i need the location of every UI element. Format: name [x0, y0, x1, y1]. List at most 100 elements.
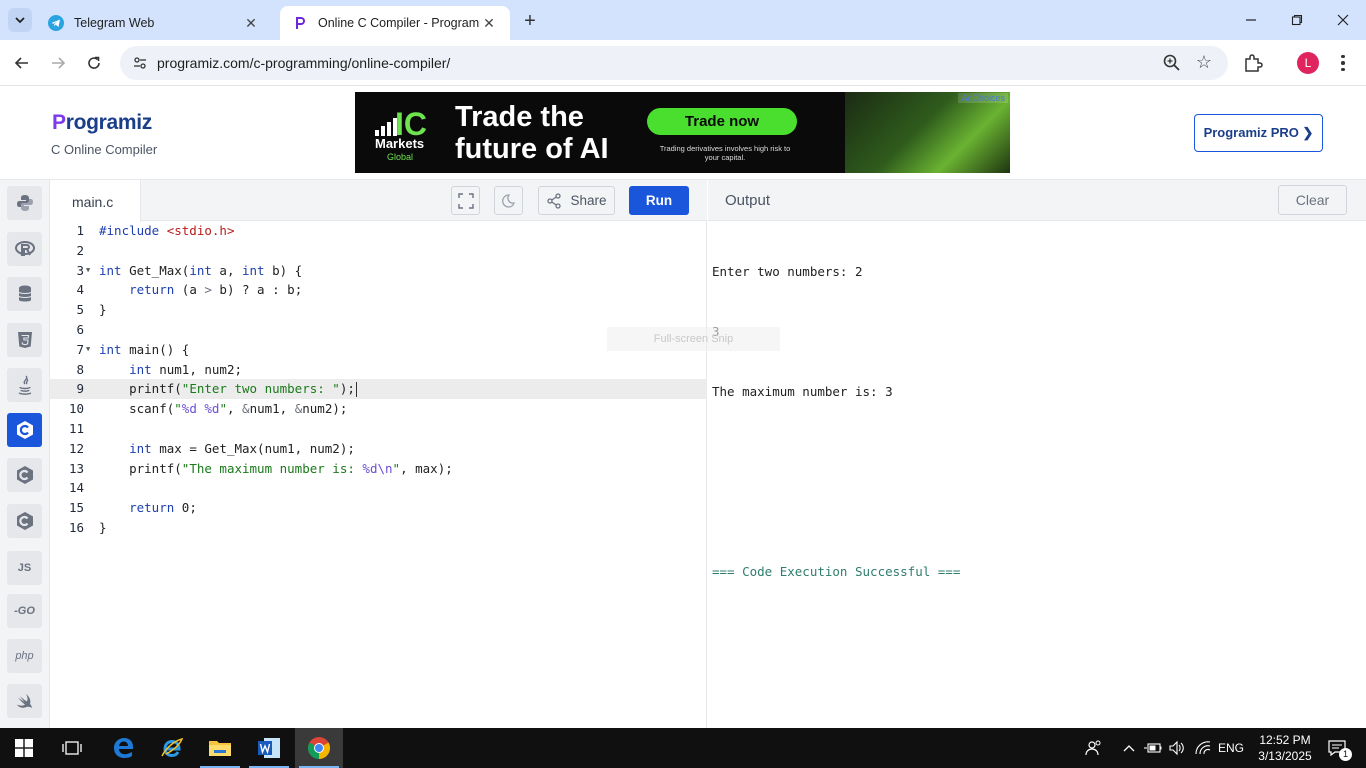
brand-markets: Markets [375, 136, 425, 151]
line-number: 1 [76, 223, 84, 238]
html5-icon[interactable] [7, 323, 42, 357]
code-token: %d %d [181, 401, 220, 417]
taskbar-chrome[interactable] [295, 728, 343, 768]
code-token: " [392, 460, 401, 476]
taskbar-clock[interactable]: 12:52 PM 3/13/2025 [1250, 732, 1320, 764]
chevron-up-icon [1123, 745, 1135, 752]
code-area[interactable]: 1 #include <stdio.h> 2 3 ▼ int Get_Max(int … [50, 221, 707, 538]
csharp-icon[interactable] [7, 504, 42, 538]
programiz-logo[interactable]: Programiz [52, 111, 152, 135]
minimize-button[interactable] [1228, 0, 1274, 40]
python-icon[interactable] [7, 186, 42, 220]
code-token: (a [174, 282, 205, 298]
battery-icon[interactable] [1143, 728, 1163, 768]
start-button[interactable] [0, 728, 48, 768]
code-token: 0; [174, 500, 197, 516]
ad-cta-button[interactable]: Trade now [647, 108, 797, 135]
r-icon[interactable] [7, 232, 42, 266]
back-button[interactable] [8, 49, 36, 77]
sql-icon[interactable] [7, 277, 42, 311]
taskbar-internet-explorer[interactable] [148, 728, 196, 768]
folder-icon [209, 741, 231, 756]
dark-mode-button[interactable] [494, 186, 523, 215]
code-token: " [174, 401, 182, 417]
code-line: 15 return 0; [50, 498, 707, 518]
fold-arrow-icon[interactable]: ▼ [86, 261, 90, 281]
code-token: num2); [302, 401, 348, 417]
code-line: 4 return (a > b) ? a : b; [50, 280, 707, 300]
fullscreen-button[interactable] [451, 186, 480, 215]
line-number: 11 [68, 420, 84, 436]
advertisement-banner[interactable]: IC Markets Global Trade the future of AI… [355, 92, 1010, 173]
tab-telegram[interactable]: Telegram Web ✕ [36, 6, 272, 40]
code-token: #include [99, 223, 167, 238]
restore-button[interactable] [1274, 0, 1320, 40]
code-token: int [189, 262, 212, 278]
zoom-icon[interactable] [1162, 53, 1182, 73]
line-number: 6 [76, 321, 84, 337]
file-tab-main-c[interactable]: main.c [50, 180, 141, 222]
address-bar[interactable]: programiz.com/c-programming/online-compi… [120, 46, 1228, 80]
volume-icon[interactable] [1166, 728, 1188, 768]
java-icon[interactable] [7, 368, 42, 402]
output-console[interactable]: Enter two numbers: 2 3 The maximum numbe… [712, 222, 960, 622]
cpp-icon[interactable] [7, 458, 42, 492]
task-view-button[interactable] [48, 728, 96, 768]
c-icon[interactable] [7, 413, 42, 447]
share-icon [547, 192, 562, 209]
chrome-icon [308, 737, 330, 759]
code-line: 16} [50, 518, 707, 538]
extensions-icon[interactable] [1242, 52, 1264, 74]
browser-menu-icon[interactable] [1334, 52, 1352, 74]
taskbar-word[interactable] [245, 728, 293, 768]
code-token: "Enter two numbers: " [181, 381, 340, 397]
text-cursor [355, 382, 357, 398]
run-button[interactable]: Run [629, 186, 689, 215]
forward-button[interactable] [44, 49, 72, 77]
new-tab-button[interactable]: + [518, 9, 542, 33]
brand-global: Global [387, 152, 414, 162]
notifications-button[interactable]: 1 [1320, 728, 1354, 768]
people-icon[interactable] [1082, 728, 1106, 768]
close-tab-icon[interactable]: ✕ [242, 14, 260, 32]
reload-button[interactable] [80, 49, 108, 77]
share-button[interactable]: Share [538, 186, 615, 215]
code-token: b) ? a : b; [211, 282, 303, 298]
adchoices-label[interactable]: AdChoices [958, 93, 1008, 103]
fold-arrow-icon[interactable]: ▼ [86, 340, 90, 360]
clock-time: 12:52 PM [1259, 733, 1311, 747]
show-hidden-icons[interactable] [1120, 728, 1138, 768]
line-number: 12 [68, 440, 84, 456]
output-panel: Output Clear Enter two numbers: 2 3 The … [708, 180, 1366, 728]
url-text[interactable]: programiz.com/c-programming/online-compi… [157, 55, 450, 71]
code-token: } [99, 302, 107, 318]
bookmark-star-icon[interactable]: ☆ [1194, 52, 1214, 72]
line-number: 15 [68, 500, 84, 516]
close-window-button[interactable] [1320, 0, 1366, 40]
internet-explorer-icon [161, 737, 184, 758]
clear-button[interactable]: Clear [1278, 185, 1347, 215]
tab-programiz[interactable]: Online C Compiler - Programiz ✕ [280, 6, 510, 40]
profile-avatar[interactable]: L [1297, 52, 1319, 74]
code-line: 10 scanf("%d %d", &num1, &num2); [50, 399, 707, 419]
programiz-pro-button[interactable]: Programiz PRO ❯ [1194, 114, 1323, 152]
taskbar-edge[interactable] [99, 728, 147, 768]
code-line: 5} [50, 300, 707, 320]
moon-icon [501, 193, 515, 208]
swift-icon[interactable] [7, 684, 42, 718]
network-icon[interactable] [1192, 728, 1214, 768]
site-info-icon[interactable] [128, 51, 152, 75]
logo-text: rogramiz [65, 111, 153, 134]
js-icon[interactable]: JS [7, 551, 42, 585]
taskbar-file-explorer[interactable] [196, 728, 244, 768]
close-tab-icon[interactable]: ✕ [480, 14, 498, 32]
php-icon[interactable]: php [7, 639, 42, 673]
tab-search-button[interactable] [8, 8, 32, 32]
go-icon[interactable]: -GO [7, 594, 42, 628]
language-indicator[interactable]: ENG [1214, 728, 1248, 768]
close-icon [1337, 14, 1349, 26]
code-token: a, [211, 262, 242, 278]
